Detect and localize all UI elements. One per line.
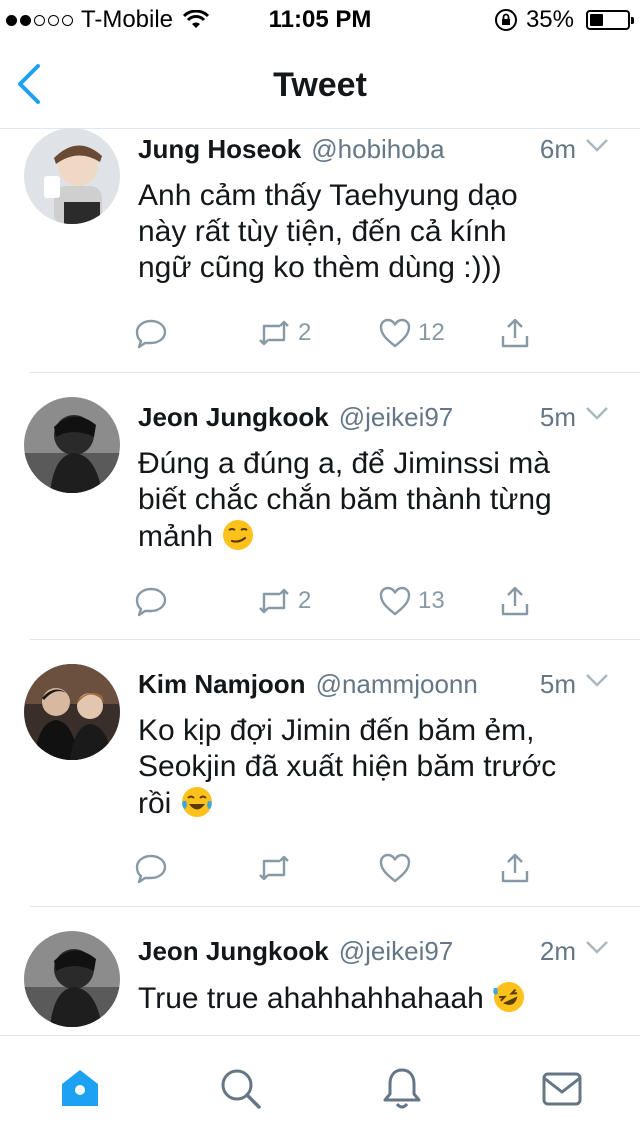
battery-icon: [586, 10, 634, 30]
rotation-lock-icon: [494, 9, 517, 31]
tweet-text-line: mảnh: [138, 518, 608, 555]
heart-icon: [379, 586, 411, 616]
chevron-down-icon[interactable]: [584, 934, 610, 960]
avatar[interactable]: [24, 128, 120, 224]
tweet-text-line: Seokjin đã xuất hiện băm trước: [138, 750, 557, 783]
tweet-header: Jeon Jungkook @jeikei97 2m: [138, 934, 610, 967]
tweet[interactable]: Jeon Jungkook @jeikei97 2m True true aha…: [0, 907, 640, 1035]
tweet-text: True true ahahhahhahaah: [138, 980, 608, 1017]
tweet-feed[interactable]: Jung Hoseok @hobihoba 6m Anh cảm thấy Ta…: [0, 128, 640, 1035]
tweet-text: Đúng a đúng a, để Jiminssi mà biết chắc …: [138, 446, 608, 555]
timestamp: 2m: [539, 936, 576, 966]
reply-button[interactable]: [134, 316, 168, 350]
display-name[interactable]: Jeon Jungkook: [138, 936, 329, 967]
tweet-text-line: rồi: [138, 785, 608, 822]
notifications-icon[interactable]: [380, 1066, 424, 1110]
messages-icon[interactable]: [540, 1066, 584, 1110]
tweet-text-line: này rất tùy tiện, đến cả kính: [138, 215, 507, 248]
like-count: 12: [418, 319, 445, 346]
heart-icon: [379, 318, 411, 348]
display-name[interactable]: Jung Hoseok: [138, 134, 301, 165]
rofl-emoji-icon: [493, 982, 525, 1012]
tweet-text-word: mảnh: [138, 520, 214, 553]
tweet[interactable]: Jeon Jungkook @jeikei97 5m Đúng a đúng a…: [0, 373, 640, 639]
tweet-header: Jung Hoseok @hobihoba 6m: [138, 132, 610, 165]
tab-bar: [0, 1035, 640, 1137]
tweet-header: Jeon Jungkook @jeikei97 5m: [138, 400, 610, 433]
share-icon: [501, 318, 529, 348]
tweet-text-line: ngữ cũng ko thèm dùng :))): [138, 251, 502, 284]
tweet[interactable]: Kim Namjoon @nammjoonn 5m Ko kịp đợi Jim…: [0, 640, 640, 906]
tweet-header: Kim Namjoon @nammjoonn 5m: [138, 667, 610, 700]
reply-icon: [135, 319, 167, 349]
battery-level: [590, 14, 603, 26]
display-name[interactable]: Jeon Jungkook: [138, 402, 329, 433]
reply-button[interactable]: [134, 851, 168, 885]
page-title: Tweet: [273, 66, 367, 104]
retweet-icon: [259, 320, 289, 346]
search-icon[interactable]: [218, 1066, 262, 1110]
avatar[interactable]: [24, 664, 120, 760]
retweet-count: 2: [298, 319, 312, 346]
retweet-icon: [259, 855, 289, 881]
navigation-bar: Tweet: [0, 40, 640, 129]
display-name[interactable]: Kim Namjoon: [138, 669, 306, 700]
retweet-button[interactable]: 2: [256, 316, 311, 350]
like-button[interactable]: 13: [378, 584, 445, 618]
share-button[interactable]: [498, 584, 532, 618]
like-button[interactable]: 12: [378, 316, 445, 350]
tweet-text-line: biết chắc chắn băm thành từng: [138, 483, 552, 516]
chevron-down-icon[interactable]: [584, 667, 610, 693]
avatar[interactable]: [24, 931, 120, 1027]
tweet-text-word: rồi: [138, 787, 172, 820]
tweet[interactable]: Jung Hoseok @hobihoba 6m Anh cảm thấy Ta…: [0, 128, 640, 372]
reply-icon: [135, 587, 167, 617]
tweet-text-line: Anh cảm thấy Taehyung dạo: [138, 179, 518, 212]
timestamp: 5m: [539, 669, 576, 699]
retweet-icon: [259, 588, 289, 614]
tweet-text-line: Ko kịp đợi Jimin đến băm ẻm,: [138, 714, 535, 747]
home-icon[interactable]: [58, 1066, 102, 1110]
tweet-text-line: Đúng a đúng a, để Jiminssi mà: [138, 447, 550, 480]
tweet-actions: 2 13: [134, 584, 544, 624]
tweet-actions: 2 12: [134, 316, 544, 356]
avatar[interactable]: [24, 397, 120, 493]
retweet-button[interactable]: [256, 851, 298, 885]
share-icon: [501, 853, 529, 883]
reply-icon: [135, 854, 167, 884]
chevron-down-icon[interactable]: [584, 400, 610, 426]
username[interactable]: @jeikei97: [339, 402, 540, 433]
retweet-button[interactable]: 2: [256, 584, 311, 618]
timestamp: 6m: [539, 134, 576, 164]
tears-of-joy-emoji-icon: [181, 787, 212, 817]
smirk-emoji-icon: [223, 520, 254, 550]
heart-icon: [379, 853, 411, 883]
tweet-text-word: True true ahahhahhahaah: [138, 982, 484, 1015]
like-button[interactable]: [378, 851, 418, 885]
tweet-text: Ko kịp đợi Jimin đến băm ẻm, Seokjin đã …: [138, 713, 608, 822]
battery-percent: 35%: [525, 6, 574, 33]
username[interactable]: @hobihoba: [311, 134, 540, 165]
retweet-count: 2: [298, 587, 312, 614]
share-icon: [501, 586, 529, 616]
reply-button[interactable]: [134, 584, 168, 618]
like-count: 13: [418, 587, 445, 614]
username[interactable]: @nammjoonn: [316, 669, 540, 700]
status-right: 35%: [494, 6, 634, 34]
tweet-text: Anh cảm thấy Taehyung dạo này rất tùy ti…: [138, 178, 608, 286]
timestamp: 5m: [539, 402, 576, 432]
tweet-actions: [134, 851, 544, 891]
tweet-text-line: True true ahahhahhahaah: [138, 980, 608, 1017]
chevron-down-icon[interactable]: [584, 132, 610, 158]
status-bar: T-Mobile 11:05 PM 35%: [0, 0, 640, 40]
share-button[interactable]: [498, 316, 532, 350]
username[interactable]: @jeikei97: [339, 936, 540, 967]
share-button[interactable]: [498, 851, 532, 885]
